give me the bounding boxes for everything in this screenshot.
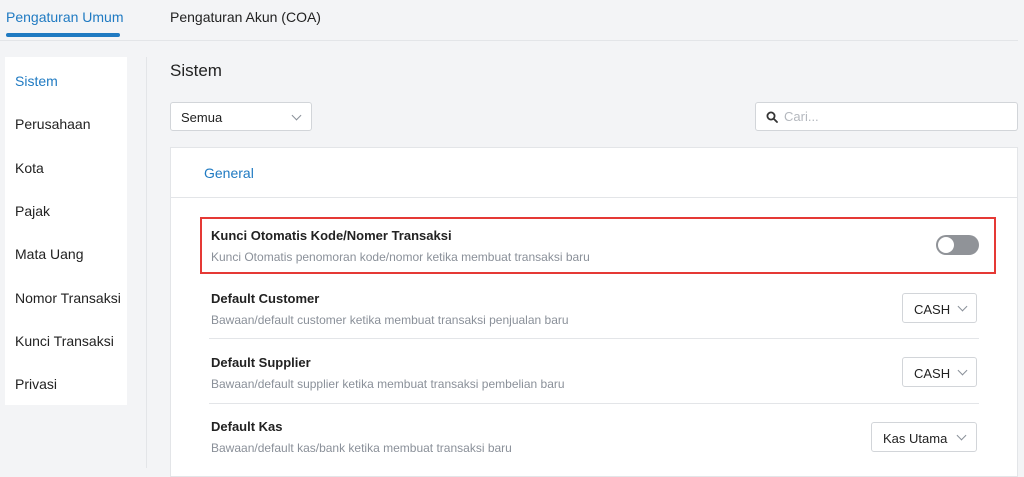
category-filter-select[interactable]: Semua [170,102,312,131]
search-box [755,102,1018,131]
chevron-down-icon [957,365,968,376]
default-customer-select[interactable]: CASH [902,293,977,323]
default-customer-value: CASH [914,302,951,317]
sidebar: Sistem Perusahaan Kota Pajak Mata Uang N… [5,57,127,405]
page-title: Sistem [170,61,222,80]
setting-row-default-kas: Default Kas Bawaan/default kas/bank keti… [200,410,996,467]
card-header: General [171,148,1017,198]
default-kas-select[interactable]: Kas Utama [871,422,977,452]
category-filter-value: Semua [181,110,223,125]
row-divider [209,403,979,404]
default-kas-value: Kas Utama [883,431,948,446]
sidebar-item-pajak[interactable]: Pajak [15,203,50,219]
sidebar-item-sistem[interactable]: Sistem [15,73,58,89]
setting-row-default-customer: Default Customer Bawaan/default customer… [200,281,996,338]
top-tab-bar: Pengaturan Umum Pengaturan Akun (COA) [0,0,1018,41]
kunci-otomatis-toggle[interactable] [936,235,979,255]
setting-row-default-supplier: Default Supplier Bawaan/default supplier… [200,345,996,402]
tab-pengaturan-akun[interactable]: Pengaturan Akun (COA) [170,9,321,25]
setting-title: Kunci Otomatis Kode/Nomer Transaksi [211,228,452,243]
chevron-down-icon [291,110,302,121]
setting-row-kunci-otomatis: Kunci Otomatis Kode/Nomer Transaksi Kunc… [200,217,996,274]
card-header-title: General [204,165,254,181]
default-supplier-select[interactable]: CASH [902,357,977,387]
sidebar-item-kunci-transaksi[interactable]: Kunci Transaksi [15,333,114,349]
setting-title: Default Supplier [211,355,311,370]
sidebar-item-kota[interactable]: Kota [15,160,44,176]
setting-description: Bawaan/default kas/bank ketika membuat t… [211,441,512,455]
sidebar-item-privasi[interactable]: Privasi [15,376,57,392]
setting-description: Bawaan/default supplier ketika membuat t… [211,377,565,391]
sidebar-item-nomor-transaksi[interactable]: Nomor Transaksi [15,290,121,306]
setting-description: Kunci Otomatis penomoran kode/nomor keti… [211,250,590,264]
tab-pengaturan-umum[interactable]: Pengaturan Umum [6,9,124,25]
default-supplier-value: CASH [914,366,951,381]
sidebar-item-perusahaan[interactable]: Perusahaan [15,116,91,132]
setting-title: Default Kas [211,419,283,434]
chevron-down-icon [957,301,968,312]
sidebar-divider [146,57,147,468]
row-divider [209,338,979,339]
setting-description: Bawaan/default customer ketika membuat t… [211,313,569,327]
active-tab-indicator [6,33,120,37]
toggle-knob [938,237,954,253]
search-icon [766,111,778,123]
sidebar-item-mata-uang[interactable]: Mata Uang [15,246,83,262]
search-input[interactable] [784,108,1009,125]
settings-card: General Kunci Otomatis Kode/Nomer Transa… [170,147,1018,477]
setting-title: Default Customer [211,291,320,306]
chevron-down-icon [956,430,967,441]
